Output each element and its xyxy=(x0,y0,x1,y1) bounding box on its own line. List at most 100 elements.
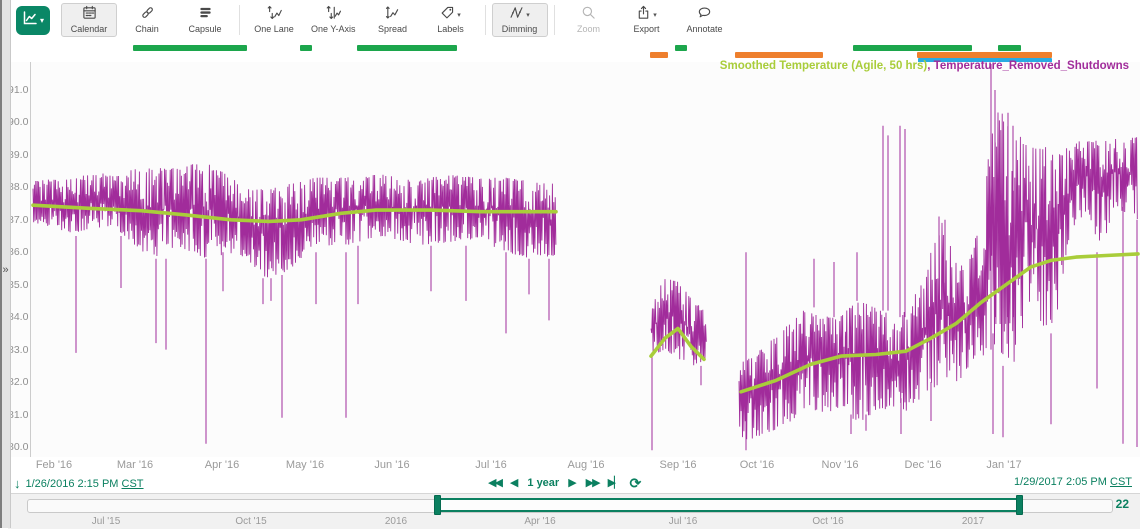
dimming-icon xyxy=(509,5,524,25)
x-axis-tick-label: Jun '16 xyxy=(374,459,409,471)
toolbar-button-export[interactable]: ▾ Export xyxy=(619,3,675,37)
page-forward-button[interactable]: ▶▶ xyxy=(586,474,599,492)
capsule-bar-orange-condition[interactable] xyxy=(650,52,668,58)
range-navigation: ◀◀ ◀ 1 year ▶ ▶▶ ▶▏ ⟳ xyxy=(488,474,641,492)
chain-icon xyxy=(140,5,155,25)
toolbar-button-zoom: Zoom xyxy=(561,3,617,37)
calendar-date-icon[interactable]: 22 xyxy=(1116,497,1129,511)
toolbar-button-label: Zoom xyxy=(577,24,600,34)
x-axis-tick-label: Feb '16 xyxy=(36,459,72,471)
purple-series-segment[interactable] xyxy=(739,113,1137,440)
scrubber-tick-label: Oct '16 xyxy=(812,516,843,527)
step-forward-button[interactable]: ▶ xyxy=(568,474,576,492)
y-axis-tick-label: 85.0 xyxy=(8,279,28,291)
toolbar-button-chain[interactable]: Chain xyxy=(119,3,175,37)
y-axis-tick-label: 84.0 xyxy=(8,311,28,323)
chevron-down-icon: ▾ xyxy=(457,11,461,19)
y-axis-tick-label: 88.0 xyxy=(8,181,28,193)
toolbar-button-label: Dimming xyxy=(502,24,538,34)
legend-smoothed-temperature[interactable]: Smoothed Temperature (Agile, 50 hrs) xyxy=(720,60,927,72)
x-axis-tick-label: Jul '16 xyxy=(475,459,506,471)
y-axis-tick-label: 86.0 xyxy=(8,246,28,258)
capsule-bar-green-condition[interactable] xyxy=(133,45,247,51)
scrubber-left-handle[interactable] xyxy=(434,495,441,515)
capsule-bar-orange-condition[interactable] xyxy=(735,52,823,58)
range-start-time[interactable]: 1/26/2016 2:15 PM CST xyxy=(26,478,144,490)
toolbar-button-one-y-axis[interactable]: One Y-Axis xyxy=(304,3,363,37)
toolbar-button-label: Capsule xyxy=(188,24,221,34)
step-back-button[interactable]: ◀ xyxy=(510,474,518,492)
x-axis[interactable]: Feb '16 Mar '16 Apr '16 May '16 Jun '16 Jul '… xyxy=(8,457,1140,473)
one-lane-icon xyxy=(267,5,282,25)
page-back-button[interactable]: ◀◀ xyxy=(488,474,501,492)
zoom-icon xyxy=(581,5,596,25)
capsule-lane[interactable] xyxy=(8,40,1140,62)
toolbar-button-calendar[interactable]: Calendar xyxy=(61,3,117,37)
y-axis-tick-label: 89.0 xyxy=(8,149,28,161)
timeline-scrubber: Jul '15Oct '152016Apr '16Jul '16Oct '162… xyxy=(8,493,1140,529)
trend-tools-button[interactable]: ▾ xyxy=(16,6,50,35)
toolbar-separator xyxy=(554,5,555,35)
toolbar-button-one-lane[interactable]: One Lane xyxy=(246,3,302,37)
x-axis-tick-label: May '16 xyxy=(286,459,324,471)
toolbar-button-label: Chain xyxy=(135,24,159,34)
scrubber-tick-label: 2017 xyxy=(962,516,984,527)
annotate-icon xyxy=(697,5,712,25)
start-timezone[interactable]: CST xyxy=(122,478,144,490)
download-icon[interactable]: ↓ xyxy=(14,476,21,491)
toolbar-button-annotate[interactable]: Annotate xyxy=(677,3,733,37)
legend-temperature-removed-shutdowns[interactable]: Temperature_Removed_Shutdowns xyxy=(934,60,1129,72)
go-to-end-button[interactable]: ▶▏ xyxy=(608,474,621,492)
x-axis-tick-label: Mar '16 xyxy=(117,459,153,471)
toolbar-button-capsule[interactable]: Capsule xyxy=(177,3,233,37)
chevron-down-icon: ▾ xyxy=(653,11,657,19)
x-axis-tick-label: Nov '16 xyxy=(822,459,859,471)
scrubber-selection[interactable] xyxy=(436,498,1019,512)
scrubber-tick-label: Jul '16 xyxy=(669,516,698,527)
y-axis-tick-label: 87.0 xyxy=(8,214,28,226)
toolbar-separator xyxy=(239,5,240,35)
toolbar-button-spread[interactable]: Spread xyxy=(365,3,421,37)
x-axis-tick-label: Sep '16 xyxy=(660,459,697,471)
toolbar-button-label: Export xyxy=(634,24,660,34)
chart-svg[interactable] xyxy=(31,62,1140,457)
refresh-icon[interactable]: ⟳ xyxy=(630,475,642,491)
toolbar-button-label: Annotate xyxy=(687,24,723,34)
range-duration-label[interactable]: 1 year xyxy=(527,477,559,489)
x-axis-tick-label: Dec '16 xyxy=(905,459,942,471)
toolbar-button-labels[interactable]: ▾ Labels xyxy=(423,3,479,37)
calendar-icon xyxy=(82,5,97,25)
scrubber-tick-label: Apr '16 xyxy=(524,516,555,527)
capsule-bar-green-condition[interactable] xyxy=(853,45,972,51)
chart-plot[interactable]: Smoothed Temperature (Agile, 50 hrs), Te… xyxy=(30,62,1140,458)
capsule-bar-green-condition[interactable] xyxy=(300,45,312,51)
y-axis-tick-label: 91.0 xyxy=(8,84,28,96)
toolbar-button-dimming[interactable]: ▾Dimming xyxy=(492,3,548,37)
toolbar: ▾ Calendar Chain Capsule One Lane One Y-Axis… xyxy=(8,0,1140,41)
toolbar-separator xyxy=(485,5,486,35)
x-axis-tick-label: Apr '16 xyxy=(205,459,240,471)
trend-icon xyxy=(22,10,38,31)
y-axis-tick-label: 90.0 xyxy=(8,116,28,128)
toolbar-button-label: Spread xyxy=(378,24,407,34)
capsule-bar-green-condition[interactable] xyxy=(675,45,687,51)
display-range-bar: ↓ 1/26/2016 2:15 PM CST ◀◀ ◀ 1 year ▶ ▶▶… xyxy=(8,473,1140,493)
toolbar-button-label: Labels xyxy=(437,24,464,34)
toolbar-buttons: Calendar Chain Capsule One Lane One Y-Axis Sp… xyxy=(60,2,734,38)
x-axis-tick-label: Oct '16 xyxy=(740,459,775,471)
end-timezone[interactable]: CST xyxy=(1110,476,1132,488)
y-axis-tick-label: 80.0 xyxy=(8,441,28,453)
scrubber-tick-label: Oct '15 xyxy=(235,516,266,527)
chart-legend: Smoothed Temperature (Agile, 50 hrs), Te… xyxy=(720,60,1129,72)
toolbar-button-label: Calendar xyxy=(71,24,108,34)
expand-panel-icon[interactable]: » xyxy=(0,262,11,278)
one-y-axis-icon xyxy=(326,5,341,25)
y-axis-tick-label: 82.0 xyxy=(8,376,28,388)
scrubber-right-handle[interactable] xyxy=(1016,495,1023,515)
range-end-time[interactable]: 1/29/2017 2:05 PM CST xyxy=(1014,476,1132,488)
export-icon xyxy=(636,5,651,25)
toolbar-button-label: One Lane xyxy=(254,24,294,34)
scrubber-tick-label: 2016 xyxy=(385,516,407,527)
capsule-bar-green-condition[interactable] xyxy=(998,45,1021,51)
capsule-bar-green-condition[interactable] xyxy=(357,45,457,51)
